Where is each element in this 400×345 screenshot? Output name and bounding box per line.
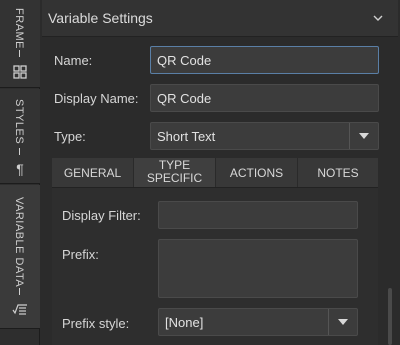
- display-filter-label: Display Filter:: [62, 208, 141, 223]
- tab-styles-label: STYLES: [13, 99, 25, 145]
- prefix-style-arrow[interactable]: [328, 309, 357, 335]
- tab-separator: [19, 50, 20, 57]
- side-tab-bar: FRAME STYLES ¶ VARIABLE DATA: [0, 0, 40, 345]
- display-filter-input[interactable]: [158, 201, 358, 229]
- variable-settings-panel: Variable Settings Name: Display Name: Ty…: [42, 0, 398, 345]
- tab-general[interactable]: GENERAL: [52, 158, 134, 187]
- prefix-textarea[interactable]: [158, 239, 358, 298]
- type-select-value: Short Text: [157, 129, 216, 144]
- tab-variable-data-label: VARIABLE DATA: [13, 197, 25, 288]
- panel-header[interactable]: Variable Settings: [42, 0, 398, 37]
- tab-type-specific-label-line2: SPECIFIC: [146, 171, 203, 185]
- tab-styles[interactable]: STYLES ¶: [0, 89, 40, 184]
- prefix-style-label: Prefix style:: [62, 316, 130, 331]
- tab-notes-label: NOTES: [317, 166, 359, 180]
- tab-variable-data[interactable]: VARIABLE DATA: [0, 185, 40, 329]
- chevron-down-icon[interactable]: [372, 12, 384, 24]
- tab-actions-label: ACTIONS: [229, 166, 284, 180]
- tab-frame-label: FRAME: [13, 8, 25, 49]
- scrollbar[interactable]: [388, 288, 392, 345]
- display-name-input[interactable]: [150, 84, 379, 112]
- settings-tabs: GENERAL TYPE SPECIFIC ACTIONS NOTES: [52, 158, 378, 188]
- type-select-arrow[interactable]: [349, 123, 378, 149]
- tab-actions[interactable]: ACTIONS: [216, 158, 298, 187]
- caret-down-icon: [359, 133, 369, 139]
- type-label: Type:: [54, 129, 86, 144]
- tab-separator: [19, 148, 20, 155]
- caret-down-icon: [338, 319, 348, 325]
- panel-title: Variable Settings: [48, 10, 153, 26]
- type-select[interactable]: Short Text: [150, 122, 379, 150]
- prefix-style-value: [None]: [165, 315, 204, 330]
- name-label: Name:: [54, 53, 93, 68]
- tab-separator: [19, 288, 20, 295]
- tab-frame[interactable]: FRAME: [0, 0, 40, 88]
- tab-general-label: GENERAL: [63, 166, 122, 180]
- tab-notes[interactable]: NOTES: [298, 158, 378, 187]
- name-input[interactable]: [150, 46, 379, 74]
- tab-type-specific[interactable]: TYPE SPECIFIC: [134, 158, 216, 187]
- variable-data-icon: [12, 304, 27, 315]
- type-specific-content: Display Filter: Prefix: Prefix style: [N…: [52, 188, 378, 345]
- prefix-label: Prefix:: [62, 247, 99, 262]
- prefix-style-select[interactable]: [None]: [158, 308, 358, 336]
- display-name-label: Display Name:: [54, 91, 139, 106]
- grid-icon: [13, 65, 27, 79]
- pilcrow-icon: ¶: [16, 161, 24, 177]
